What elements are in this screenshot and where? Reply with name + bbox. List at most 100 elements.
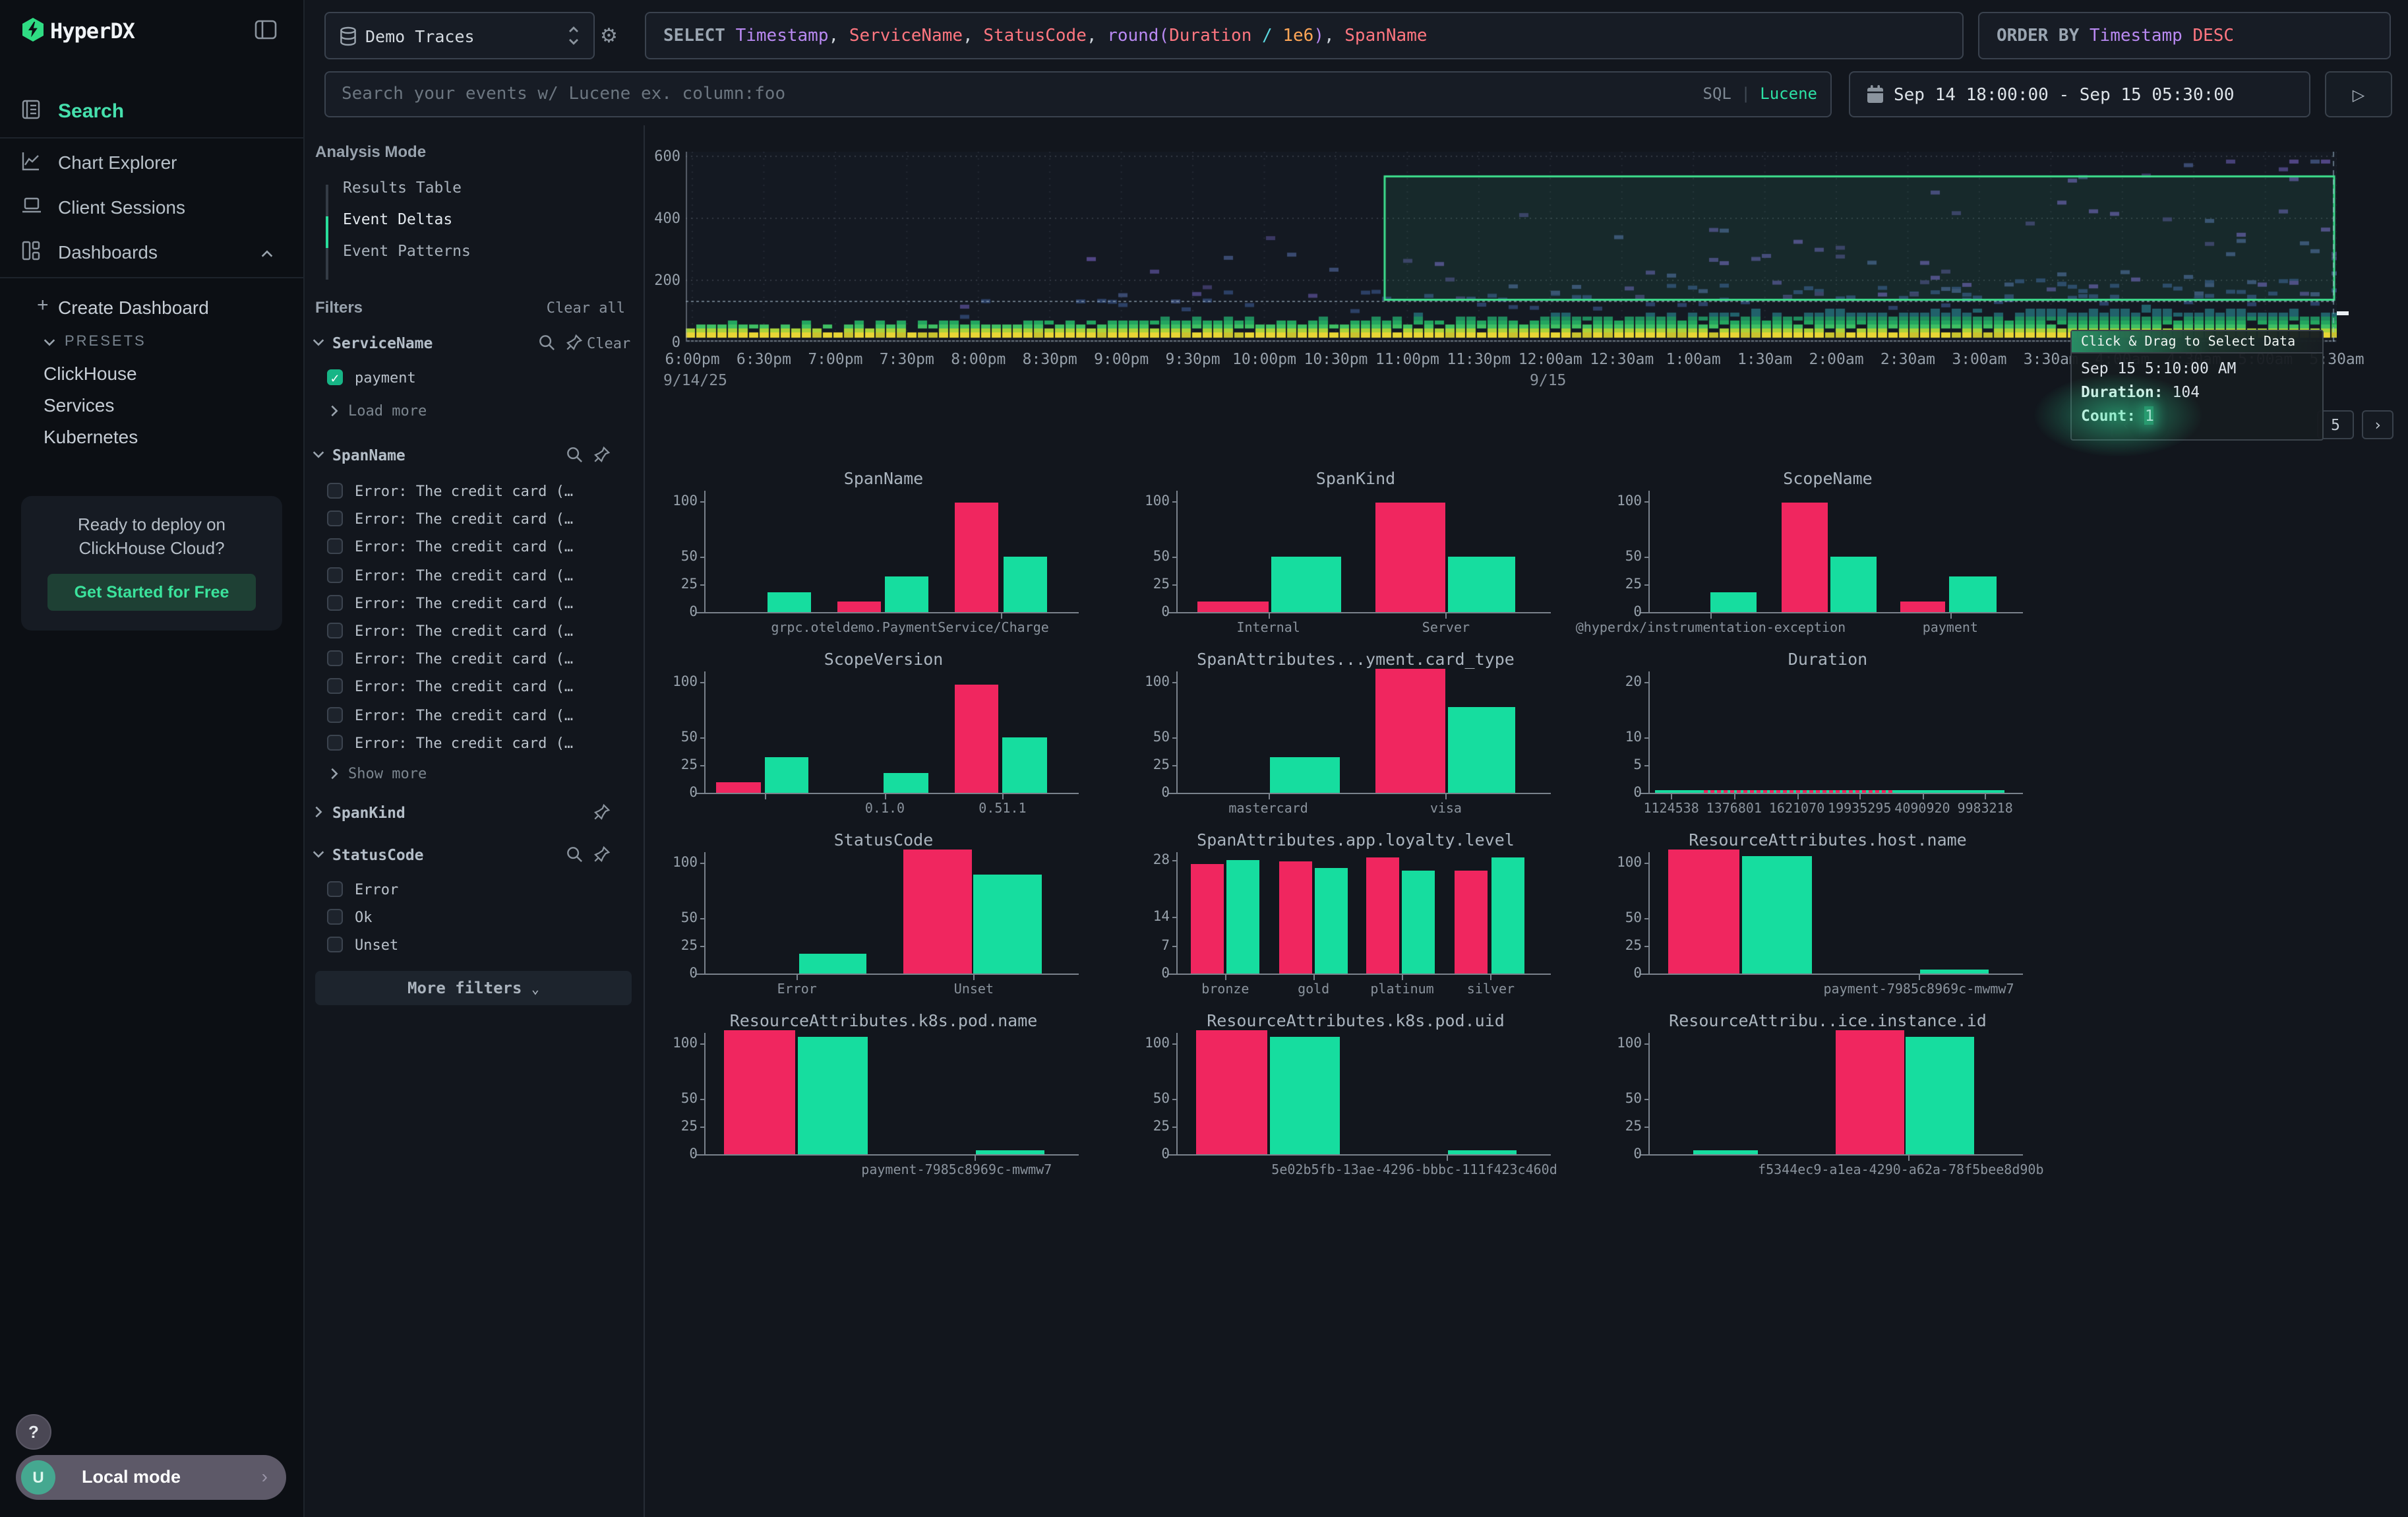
filter-checkbox-error-the-credit-card-[interactable] <box>327 679 343 695</box>
bar-pink[interactable] <box>904 850 972 974</box>
filter-checkbox-error-the-credit-card-[interactable] <box>327 595 343 611</box>
help-button[interactable]: ? <box>16 1414 51 1450</box>
bar-pink[interactable] <box>1375 503 1445 612</box>
bar-green[interactable] <box>1448 707 1516 793</box>
bar-green[interactable] <box>976 1150 1044 1154</box>
sidebar-item-kubernetes[interactable]: Kubernetes <box>44 426 138 447</box>
search-input[interactable] <box>326 73 1830 116</box>
bar-green[interactable] <box>1271 557 1341 612</box>
filter-group-spankind[interactable]: SpanKind <box>332 803 406 822</box>
filter-option-label[interactable]: Ok <box>355 909 373 926</box>
gear-icon[interactable]: ⚙ <box>600 24 618 47</box>
drag-handle[interactable] <box>2337 311 2349 315</box>
filter-checkbox-ok[interactable] <box>327 909 343 925</box>
bar-green[interactable] <box>798 954 866 974</box>
bar-pink[interactable] <box>725 1031 795 1154</box>
chevron-down-icon[interactable] <box>311 447 326 462</box>
bar-pink[interactable] <box>716 782 760 793</box>
run-query-button[interactable]: ▷ <box>2325 71 2392 117</box>
source-select[interactable]: Demo Traces <box>324 12 595 59</box>
bar-green[interactable] <box>1227 860 1260 974</box>
filter-show-more[interactable]: Show more <box>348 765 427 782</box>
bar-green[interactable] <box>1315 867 1348 974</box>
filter-checkbox-error-the-credit-card-[interactable] <box>327 623 343 638</box>
filter-checkbox-error-the-credit-card-[interactable] <box>327 650 343 666</box>
sql-toggle[interactable]: SQL <box>1703 84 1731 103</box>
filter-option-label[interactable]: Error: The credit card (… <box>355 706 573 724</box>
analysis-mode-results-table[interactable]: Results Table <box>343 178 462 197</box>
search-icon[interactable] <box>566 846 583 863</box>
analysis-mode-event-deltas[interactable]: Event Deltas <box>343 210 452 228</box>
filter-group-servicename[interactable]: ServiceName <box>332 334 433 352</box>
sidebar-item-services[interactable]: Services <box>44 394 114 416</box>
filter-checkbox-payment[interactable]: ✓ <box>327 369 343 385</box>
bar-pink[interactable] <box>1191 864 1224 974</box>
bar-pink[interactable] <box>1901 601 1946 612</box>
bar-green[interactable] <box>1920 969 1988 974</box>
bar-pink[interactable] <box>1197 1031 1267 1154</box>
sql-select-input[interactable]: SELECT Timestamp, ServiceName, StatusCod… <box>645 12 1964 59</box>
filter-option-label[interactable]: Error: The credit card (… <box>355 539 573 556</box>
bar-green[interactable] <box>1491 857 1524 974</box>
events-heatmap[interactable] <box>686 152 2337 343</box>
bar-green[interactable] <box>1402 870 1435 974</box>
filter-checkbox-error-the-credit-card-[interactable] <box>327 539 343 555</box>
bar-green[interactable] <box>1693 1150 1757 1154</box>
bar-pink[interactable] <box>955 685 999 793</box>
filter-option-label[interactable]: Unset <box>355 937 398 954</box>
bar-pink[interactable] <box>1375 669 1445 793</box>
sidebar-item-create-dashboard[interactable]: Create Dashboard <box>58 297 209 318</box>
sidebar-item-dashboards[interactable]: Dashboards <box>0 236 303 276</box>
bar-green[interactable] <box>1830 557 1877 612</box>
bar-pink[interactable] <box>1669 850 1739 974</box>
chevron-right-icon[interactable] <box>311 805 326 819</box>
sidebar-item-presets[interactable]: PRESETS <box>65 334 146 350</box>
clear-all-link[interactable]: Clear all <box>547 299 625 317</box>
filter-option-label[interactable]: payment <box>355 369 416 387</box>
pin-icon[interactable] <box>566 334 583 351</box>
bar-pink[interactable] <box>1454 871 1487 974</box>
bar-green[interactable] <box>1906 1036 1974 1154</box>
bar-pink[interactable] <box>1782 503 1828 612</box>
pin-icon[interactable] <box>593 846 611 863</box>
filter-checkbox-unset[interactable] <box>327 937 343 952</box>
bar-pink[interactable] <box>1367 858 1400 974</box>
bar-green[interactable] <box>1741 855 1812 974</box>
search-icon[interactable] <box>566 446 583 463</box>
local-mode-pill[interactable]: U Local mode › <box>16 1455 286 1500</box>
collapse-sidebar-icon[interactable] <box>255 20 277 40</box>
bar-green[interactable] <box>1004 557 1047 612</box>
bar-green[interactable] <box>1448 1150 1516 1154</box>
sidebar-item-client-sessions[interactable]: Client Sessions <box>0 191 303 231</box>
filter-option-label[interactable]: Error: The credit card (… <box>355 511 573 528</box>
filter-option-label[interactable]: Error: The credit card (… <box>355 650 573 667</box>
filter-checkbox-error-the-credit-card-[interactable] <box>327 483 343 499</box>
pin-icon[interactable] <box>593 803 611 820</box>
bar-green[interactable] <box>1448 557 1516 612</box>
filter-option-label[interactable]: Error: The credit card (… <box>355 483 573 500</box>
bar-pink[interactable] <box>837 601 880 612</box>
date-range-picker[interactable]: Sep 14 18:00:00 - Sep 15 05:30:00 <box>1849 71 2310 117</box>
filter-option-label[interactable]: Error <box>355 881 398 898</box>
bar-green[interactable] <box>768 592 812 612</box>
filter-clear-link[interactable]: Clear <box>587 335 630 352</box>
bar-pink[interactable] <box>1279 861 1311 974</box>
bar-green[interactable] <box>765 758 809 793</box>
bar-pink[interactable] <box>1197 601 1268 612</box>
sql-orderby-input[interactable]: ORDER BY Timestamp DESC <box>1978 12 2391 59</box>
filter-checkbox-error-the-credit-card-[interactable] <box>327 567 343 582</box>
get-started-button[interactable]: Get Started for Free <box>47 574 256 611</box>
filter-checkbox-error-the-credit-card-[interactable] <box>327 706 343 722</box>
filter-option-label[interactable]: Error: The credit card (… <box>355 595 573 612</box>
search-icon[interactable] <box>538 334 555 351</box>
filter-checkbox-error-the-credit-card-[interactable] <box>327 511 343 526</box>
lucene-toggle[interactable]: Lucene <box>1760 84 1817 103</box>
bar-green[interactable] <box>1950 577 1997 613</box>
filter-option-label[interactable]: Error: The credit card (… <box>355 735 573 752</box>
bar-green[interactable] <box>885 577 928 613</box>
filter-load-more[interactable]: Load more <box>348 402 427 419</box>
filter-group-spanname[interactable]: SpanName <box>332 446 406 464</box>
bar-green[interactable] <box>974 874 1042 974</box>
bar-green[interactable] <box>884 773 928 793</box>
pagination-next-button[interactable]: › <box>2362 410 2393 439</box>
